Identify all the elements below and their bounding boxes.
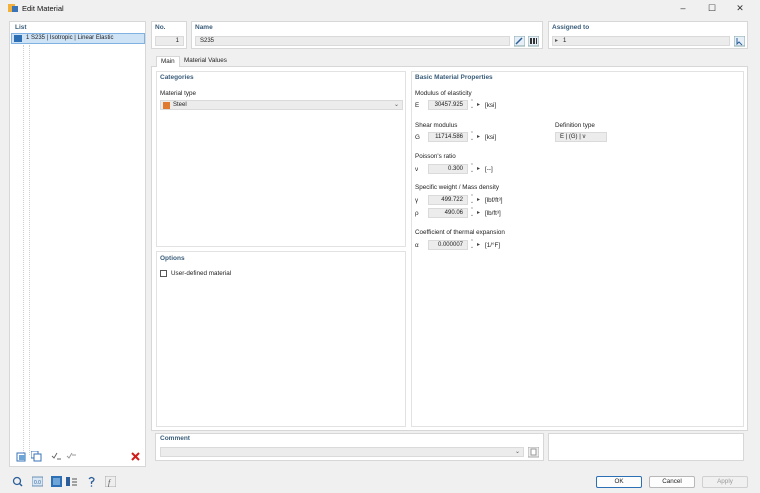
units-icon[interactable] <box>66 476 77 487</box>
thermal-spinner[interactable]: ⌃ ⌄ <box>469 240 475 250</box>
modulus-unit: [ksi] <box>485 102 497 109</box>
color-material-icon[interactable] <box>51 476 62 487</box>
weight-label: Specific weight / Mass density <box>415 184 499 191</box>
thermal-arrow-icon[interactable]: ▸ <box>477 240 482 250</box>
name-field[interactable]: S235 <box>195 36 510 46</box>
help-icon[interactable] <box>86 476 97 487</box>
check-all-icon[interactable] <box>51 451 62 462</box>
window-title: Edit Material <box>22 4 64 13</box>
material-type-value: Steel <box>173 102 187 108</box>
material-type-select[interactable]: Steel ⌄ <box>160 100 403 110</box>
thermal-label: Coefficient of thermal expansion <box>415 229 505 236</box>
categories-header: Categories <box>160 74 194 81</box>
number-header: No. <box>155 24 166 31</box>
alpha-symbol: α <box>415 242 419 249</box>
tree-line <box>23 45 24 455</box>
shear-field[interactable]: 11714.586 <box>428 132 468 142</box>
options-panel <box>156 251 406 427</box>
close-button[interactable]: ✕ <box>729 2 751 15</box>
modulus-field[interactable]: 30457.925 <box>428 100 468 110</box>
shear-unit: [ksi] <box>485 134 497 141</box>
list-item[interactable]: 1 S235 | Isotropic | Linear Elastic <box>11 33 145 44</box>
minimize-button[interactable]: – <box>672 2 694 15</box>
assigned-value: 1 <box>563 38 567 44</box>
number-field[interactable]: 1 <box>155 36 184 46</box>
poisson-symbol: ν <box>415 166 419 173</box>
modulus-symbol: E <box>415 102 420 109</box>
search-icon[interactable] <box>12 476 23 487</box>
chevron-down-icon: ⌄ <box>393 102 399 108</box>
material-type-label: Material type <box>160 90 197 97</box>
shear-symbol: G <box>415 134 420 141</box>
poisson-spinner[interactable]: ⌃ ⌄ <box>469 164 475 174</box>
rho-field[interactable]: 490.06 <box>428 208 468 218</box>
shear-arrow-icon[interactable]: ▸ <box>477 132 482 142</box>
categories-panel <box>156 71 406 247</box>
member-icon: ▸ <box>555 38 559 44</box>
ok-button[interactable]: OK <box>596 476 642 488</box>
thermal-field[interactable]: 0.000007 <box>428 240 468 250</box>
rho-symbol: ρ <box>415 210 419 217</box>
chevron-down-icon: ⌄ <box>514 449 520 455</box>
select-graphically-icon[interactable] <box>734 36 745 47</box>
new-material-icon[interactable] <box>16 451 27 462</box>
app-icon <box>8 3 18 13</box>
copy-material-icon[interactable] <box>31 451 42 462</box>
delete-icon[interactable] <box>130 451 141 462</box>
list-item-label: 1 S235 | Isotropic | Linear Elastic <box>26 35 114 41</box>
definition-type-field[interactable]: E | (G) | ν <box>555 132 607 142</box>
apply-button[interactable]: Apply <box>702 476 748 488</box>
modulus-spinner[interactable]: ⌃ ⌄ <box>469 100 475 110</box>
title-bar <box>0 0 760 17</box>
name-header: Name <box>195 24 213 31</box>
tab-main[interactable]: Main <box>156 56 180 67</box>
poisson-unit: [--] <box>485 166 493 173</box>
modulus-arrow-icon[interactable]: ▸ <box>477 100 482 110</box>
poisson-field[interactable]: 0.300 <box>428 164 468 174</box>
user-defined-label: User-defined material <box>171 270 232 277</box>
user-defined-checkbox[interactable] <box>160 270 167 277</box>
definition-type-label: Definition type <box>555 122 595 129</box>
gamma-field[interactable]: 499.722 <box>428 195 468 205</box>
list-header: List <box>15 24 27 31</box>
library-icon[interactable] <box>528 36 539 47</box>
modulus-label: Modulus of elasticity <box>415 90 472 97</box>
decimal-places-icon[interactable]: 0.0 <box>32 476 43 487</box>
comment-side-panel <box>548 433 744 461</box>
tab-material-values[interactable]: Material Values <box>180 56 231 67</box>
assigned-header: Assigned to <box>552 24 590 31</box>
comment-copy-icon[interactable] <box>528 447 539 458</box>
rho-arrow-icon[interactable]: ▸ <box>477 208 482 218</box>
uncheck-all-icon[interactable] <box>66 451 77 462</box>
properties-header: Basic Material Properties <box>415 74 493 81</box>
gamma-symbol: γ <box>415 197 419 204</box>
poisson-arrow-icon[interactable]: ▸ <box>477 164 482 174</box>
shear-spinner[interactable]: ⌃ ⌄ <box>469 132 475 142</box>
maximize-button[interactable]: ☐ <box>701 2 723 15</box>
svg-text:0.0: 0.0 <box>34 480 41 486</box>
gamma-arrow-icon[interactable]: ▸ <box>477 195 482 205</box>
gamma-spinner[interactable]: ⌃ ⌄ <box>469 195 475 205</box>
formula-icon[interactable]: f <box>105 476 116 487</box>
rho-unit: [lb/ft³] <box>485 210 501 217</box>
options-header: Options <box>160 255 185 262</box>
steel-color-swatch <box>163 102 170 109</box>
thermal-unit: [1/°F] <box>485 242 501 249</box>
assigned-field[interactable]: 1 <box>552 36 730 46</box>
tree-line <box>29 45 30 455</box>
gamma-unit: [lbf/ft³] <box>485 197 503 204</box>
comment-header: Comment <box>160 435 190 442</box>
shear-label: Shear modulus <box>415 122 458 129</box>
material-list-icon <box>14 35 22 42</box>
edit-name-icon[interactable] <box>514 36 525 47</box>
comment-field[interactable]: ⌄ <box>160 447 524 457</box>
cancel-button[interactable]: Cancel <box>649 476 695 488</box>
rho-spinner[interactable]: ⌃ ⌄ <box>469 208 475 218</box>
poisson-label: Poisson's ratio <box>415 153 456 160</box>
